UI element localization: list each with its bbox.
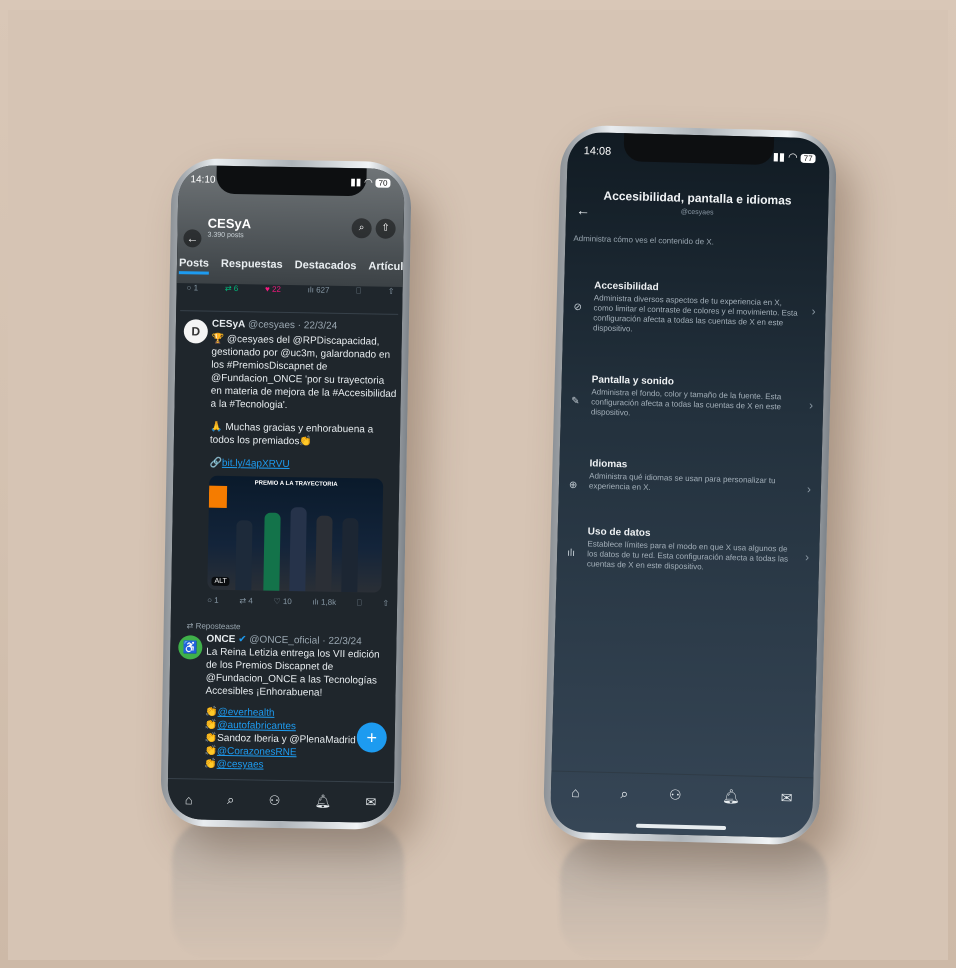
accessibility-icon: ⊘ xyxy=(573,301,583,314)
right-phone: 14:08 ▮▮ ◠ 77 ← Accesibilidad, pantalla … xyxy=(542,124,838,846)
search-icon[interactable]: ⌕ xyxy=(227,792,235,808)
left-phone-screen: 14:10 ▮▮ ◠ 70 ← CESyA 3.390 posts ⌕ ⇧ Po… xyxy=(167,165,405,823)
tab-articulos[interactable]: Artículos xyxy=(368,260,404,278)
profile-posts-count: 3.390 posts xyxy=(207,231,244,240)
like-button[interactable]: ♡ 10 xyxy=(273,597,291,607)
left-phone: 14:10 ▮▮ ◠ 70 ← CESyA 3.390 posts ⌕ ⇧ Po… xyxy=(160,157,412,831)
alt-badge[interactable]: ALT xyxy=(211,576,230,587)
communities-icon[interactable]: ⚇ xyxy=(269,793,281,809)
reply-button[interactable]: ○ 1 xyxy=(207,596,219,606)
post-text: 🏆 @cesyaes del @RPDiscapacidad, gestiona… xyxy=(210,333,397,412)
status-time: 14:10 xyxy=(190,174,216,186)
post-handle: @ONCE_oficial xyxy=(249,634,320,647)
right-phone-screen: 14:08 ▮▮ ◠ 77 ← Accesibilidad, pantalla … xyxy=(549,131,831,839)
views-button[interactable]: ılı 627 xyxy=(308,285,330,295)
settings-item-accesibilidad[interactable]: ⊘ Accesibilidad Administra diversos aspe… xyxy=(571,280,818,339)
post-date: · 22/3/24 xyxy=(322,635,362,648)
image-banner-text: PREMIO A LA TRAYECTORIA xyxy=(254,480,338,488)
bookmark-icon[interactable]: ⎕ xyxy=(357,598,362,608)
reply-button[interactable]: ○ 1 xyxy=(186,283,199,293)
chevron-right-icon: › xyxy=(808,398,814,413)
post-link[interactable]: bit.ly/4apXRVU xyxy=(222,458,290,470)
settings-item-description: Administra el fondo, color y tamaño de l… xyxy=(590,387,782,418)
page-subtitle-handle: @cesyaes xyxy=(680,208,714,217)
like-button[interactable]: ♥ 22 xyxy=(265,285,281,295)
chevron-right-icon: › xyxy=(806,482,812,497)
settings-item-idiomas[interactable]: ⊕ Idiomas Administra qué idiomas se usan… xyxy=(567,458,814,497)
chevron-right-icon: › xyxy=(804,550,810,565)
post-text-thanks: 🙏 Muchas gracias y enhorabuena a todos l… xyxy=(209,421,374,448)
notifications-icon[interactable]: 🔔︎ xyxy=(314,794,332,810)
right-phone-reflection xyxy=(560,838,828,960)
post-date: · 22/3/24 xyxy=(297,320,338,332)
repost-button[interactable]: ⇄ 4 xyxy=(239,596,253,606)
tab-respuestas[interactable]: Respuestas xyxy=(221,258,283,276)
battery-indicator: 70 xyxy=(375,178,391,188)
post-image[interactable]: PREMIO A LA TRAYECTORIA ALT xyxy=(207,475,384,593)
settings-item-description: Establece límites para el modo en que X … xyxy=(586,539,789,572)
globe-icon: ⊕ xyxy=(568,479,578,492)
post-body: ONCE ✔ @ONCE_oficial · 22/3/24 La Reina … xyxy=(204,633,392,774)
messages-icon[interactable]: ✉ xyxy=(781,789,793,806)
bottom-nav: ⌂ ⌕ ⚇ 🔔︎ ✉ xyxy=(167,777,394,823)
status-indicators: ▮▮ ◠ 77 xyxy=(773,150,816,164)
mention-link[interactable]: @autofabricantes xyxy=(217,720,296,732)
home-icon[interactable]: ⌂ xyxy=(571,784,580,800)
bottom-nav: ⌂ ⌕ ⚇ 🔔︎ ✉ xyxy=(550,770,814,819)
settings-item-uso-de-datos[interactable]: ılı Uso de datos Establece límites para … xyxy=(565,526,812,575)
reposted-post[interactable]: ⇄ Reposteaste ♿ ONCE ✔ @ONCE_oficial · 2… xyxy=(172,621,393,774)
chevron-right-icon: › xyxy=(811,304,816,319)
mention-link[interactable]: @everhealth xyxy=(218,707,275,719)
status-time: 14:08 xyxy=(583,145,612,158)
avatar[interactable]: ♿ xyxy=(178,635,203,660)
page-intro: Administra cómo ves el contenido de X. xyxy=(573,233,715,247)
post-actions: ○ 1 ⇄ 4 ♡ 10 ılı 1,8k ⎕ ⇧ xyxy=(207,596,389,609)
post-handle: @cesyaes xyxy=(247,319,296,332)
verified-icon: ✔ xyxy=(238,634,247,646)
brush-icon: ✎ xyxy=(571,395,580,408)
settings-item-description: Administra diversos aspectos de tu exper… xyxy=(592,293,798,334)
post-author[interactable]: ONCE xyxy=(206,634,235,646)
post[interactable]: D CESyA @cesyaes · 22/3/24 🏆 @cesyaes de… xyxy=(175,310,399,609)
tab-posts[interactable]: Posts xyxy=(178,257,210,275)
settings-item-pantalla-y-sonido[interactable]: ✎ Pantalla y sonido Administra el fondo,… xyxy=(569,374,816,423)
post-author[interactable]: CESyA xyxy=(212,319,246,331)
mention-link[interactable]: @cesyaes xyxy=(217,759,264,771)
page-title: Accesibilidad, pantalla e idiomas xyxy=(603,188,792,208)
home-indicator[interactable] xyxy=(636,823,727,831)
tab-destacados[interactable]: Destacados xyxy=(295,259,357,277)
search-icon[interactable]: ⌕ xyxy=(620,785,628,802)
post-text: La Reina Letizia entrega los VII edición… xyxy=(205,646,380,699)
repost-label: Reposteaste xyxy=(195,621,241,632)
views-button[interactable]: ılı 1,8k xyxy=(312,597,336,607)
bookmark-icon[interactable]: ⎕ xyxy=(356,286,361,296)
home-icon[interactable]: ⌂ xyxy=(185,792,193,807)
settings-item-description: Administra qué idiomas se usan para pers… xyxy=(588,471,776,492)
share-icon[interactable]: ⇧ xyxy=(388,287,395,297)
repost-button[interactable]: ⇄ 6 xyxy=(225,284,239,294)
notifications-icon[interactable]: 🔔︎ xyxy=(722,787,740,804)
profile-name: CESyA xyxy=(207,215,252,232)
post-body: CESyA @cesyaes · 22/3/24 🏆 @cesyaes del … xyxy=(209,318,397,471)
bar-chart-icon: ılı xyxy=(567,547,576,560)
battery-indicator: 77 xyxy=(800,153,816,164)
share-icon[interactable]: ⇧ xyxy=(382,599,389,609)
mention-link[interactable]: @CorazonesRNE xyxy=(217,746,297,758)
status-indicators: ▮▮ ◠ 70 xyxy=(350,177,391,189)
avatar[interactable]: D xyxy=(183,319,209,344)
messages-icon[interactable]: ✉ xyxy=(365,794,376,810)
communities-icon[interactable]: ⚇ xyxy=(669,786,682,803)
image-decoration xyxy=(208,485,228,508)
left-phone-reflection xyxy=(172,820,404,960)
